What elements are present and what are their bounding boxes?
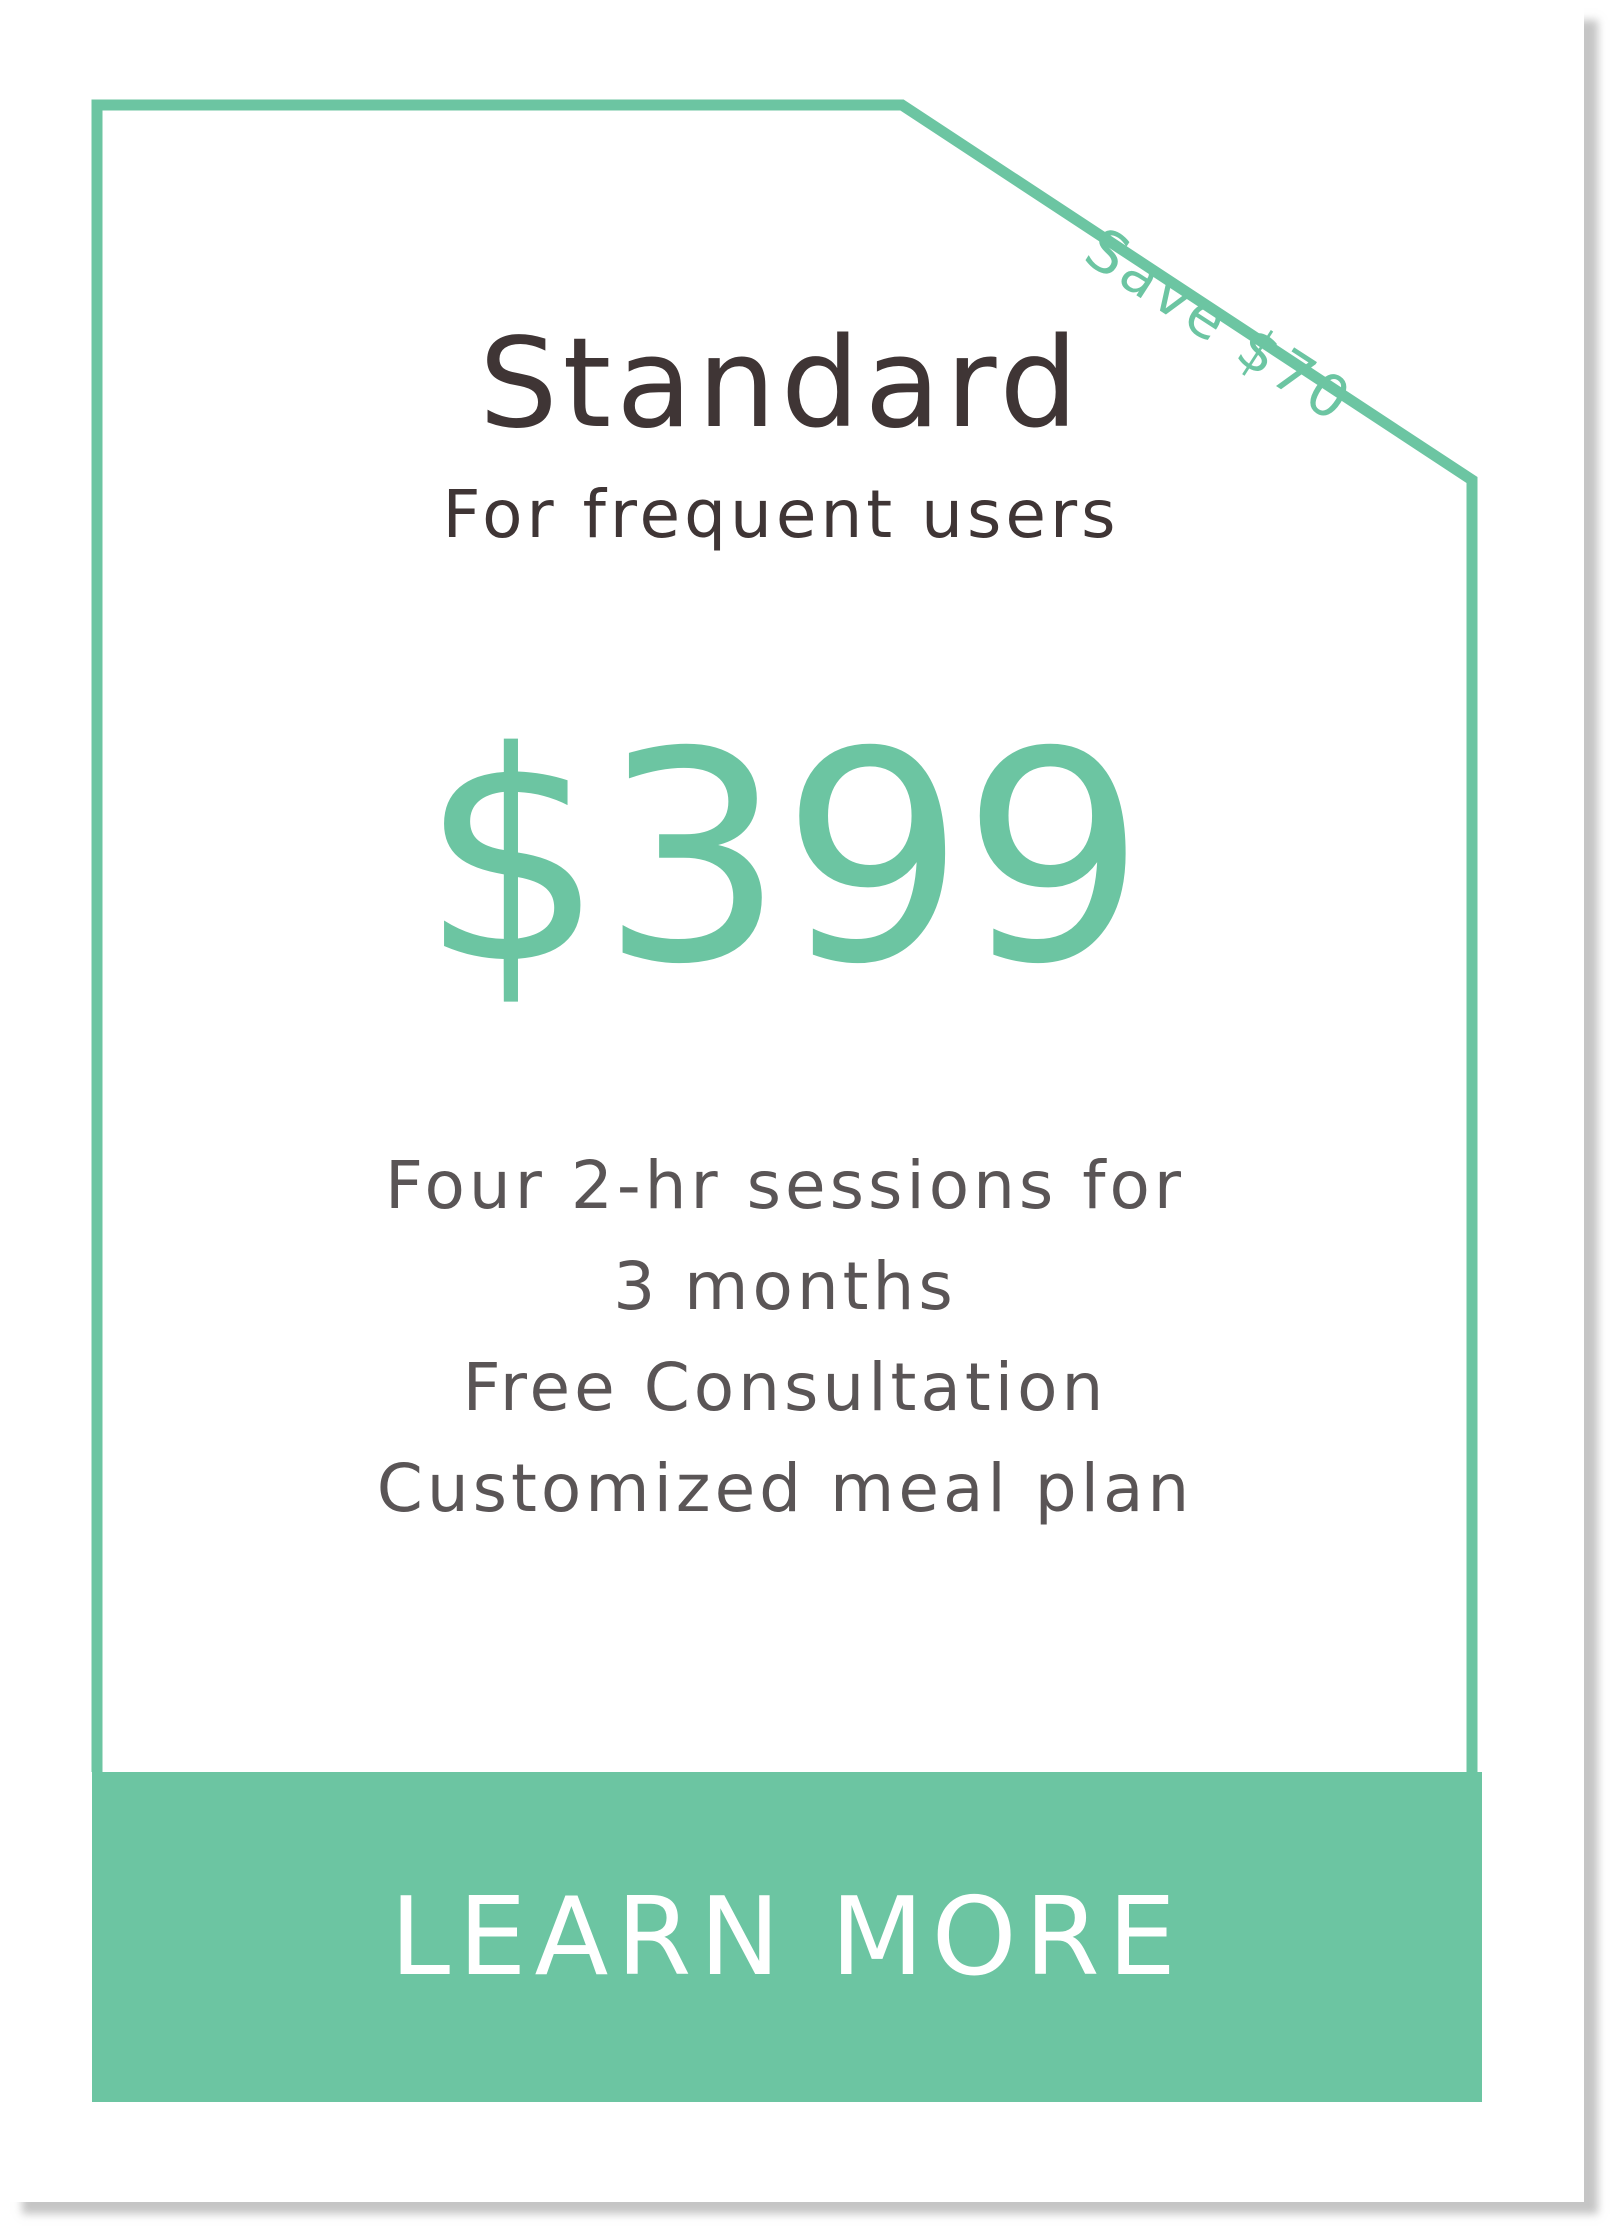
learn-more-button[interactable]: LEARN MORE	[92, 1772, 1482, 2102]
plan-tagline: For frequent users	[442, 476, 1120, 553]
feature-item: Customized meal plan	[376, 1450, 1194, 1527]
feature-item: 3 months	[613, 1248, 957, 1325]
plan-price: $399	[419, 691, 1146, 1028]
feature-item: Free Consultation	[462, 1349, 1108, 1426]
plan-name: Standard	[478, 312, 1084, 456]
feature-list: Four 2-hr sessions for 3 months Free Con…	[0, 1135, 1570, 1539]
feature-item: Four 2-hr sessions for	[384, 1147, 1186, 1224]
